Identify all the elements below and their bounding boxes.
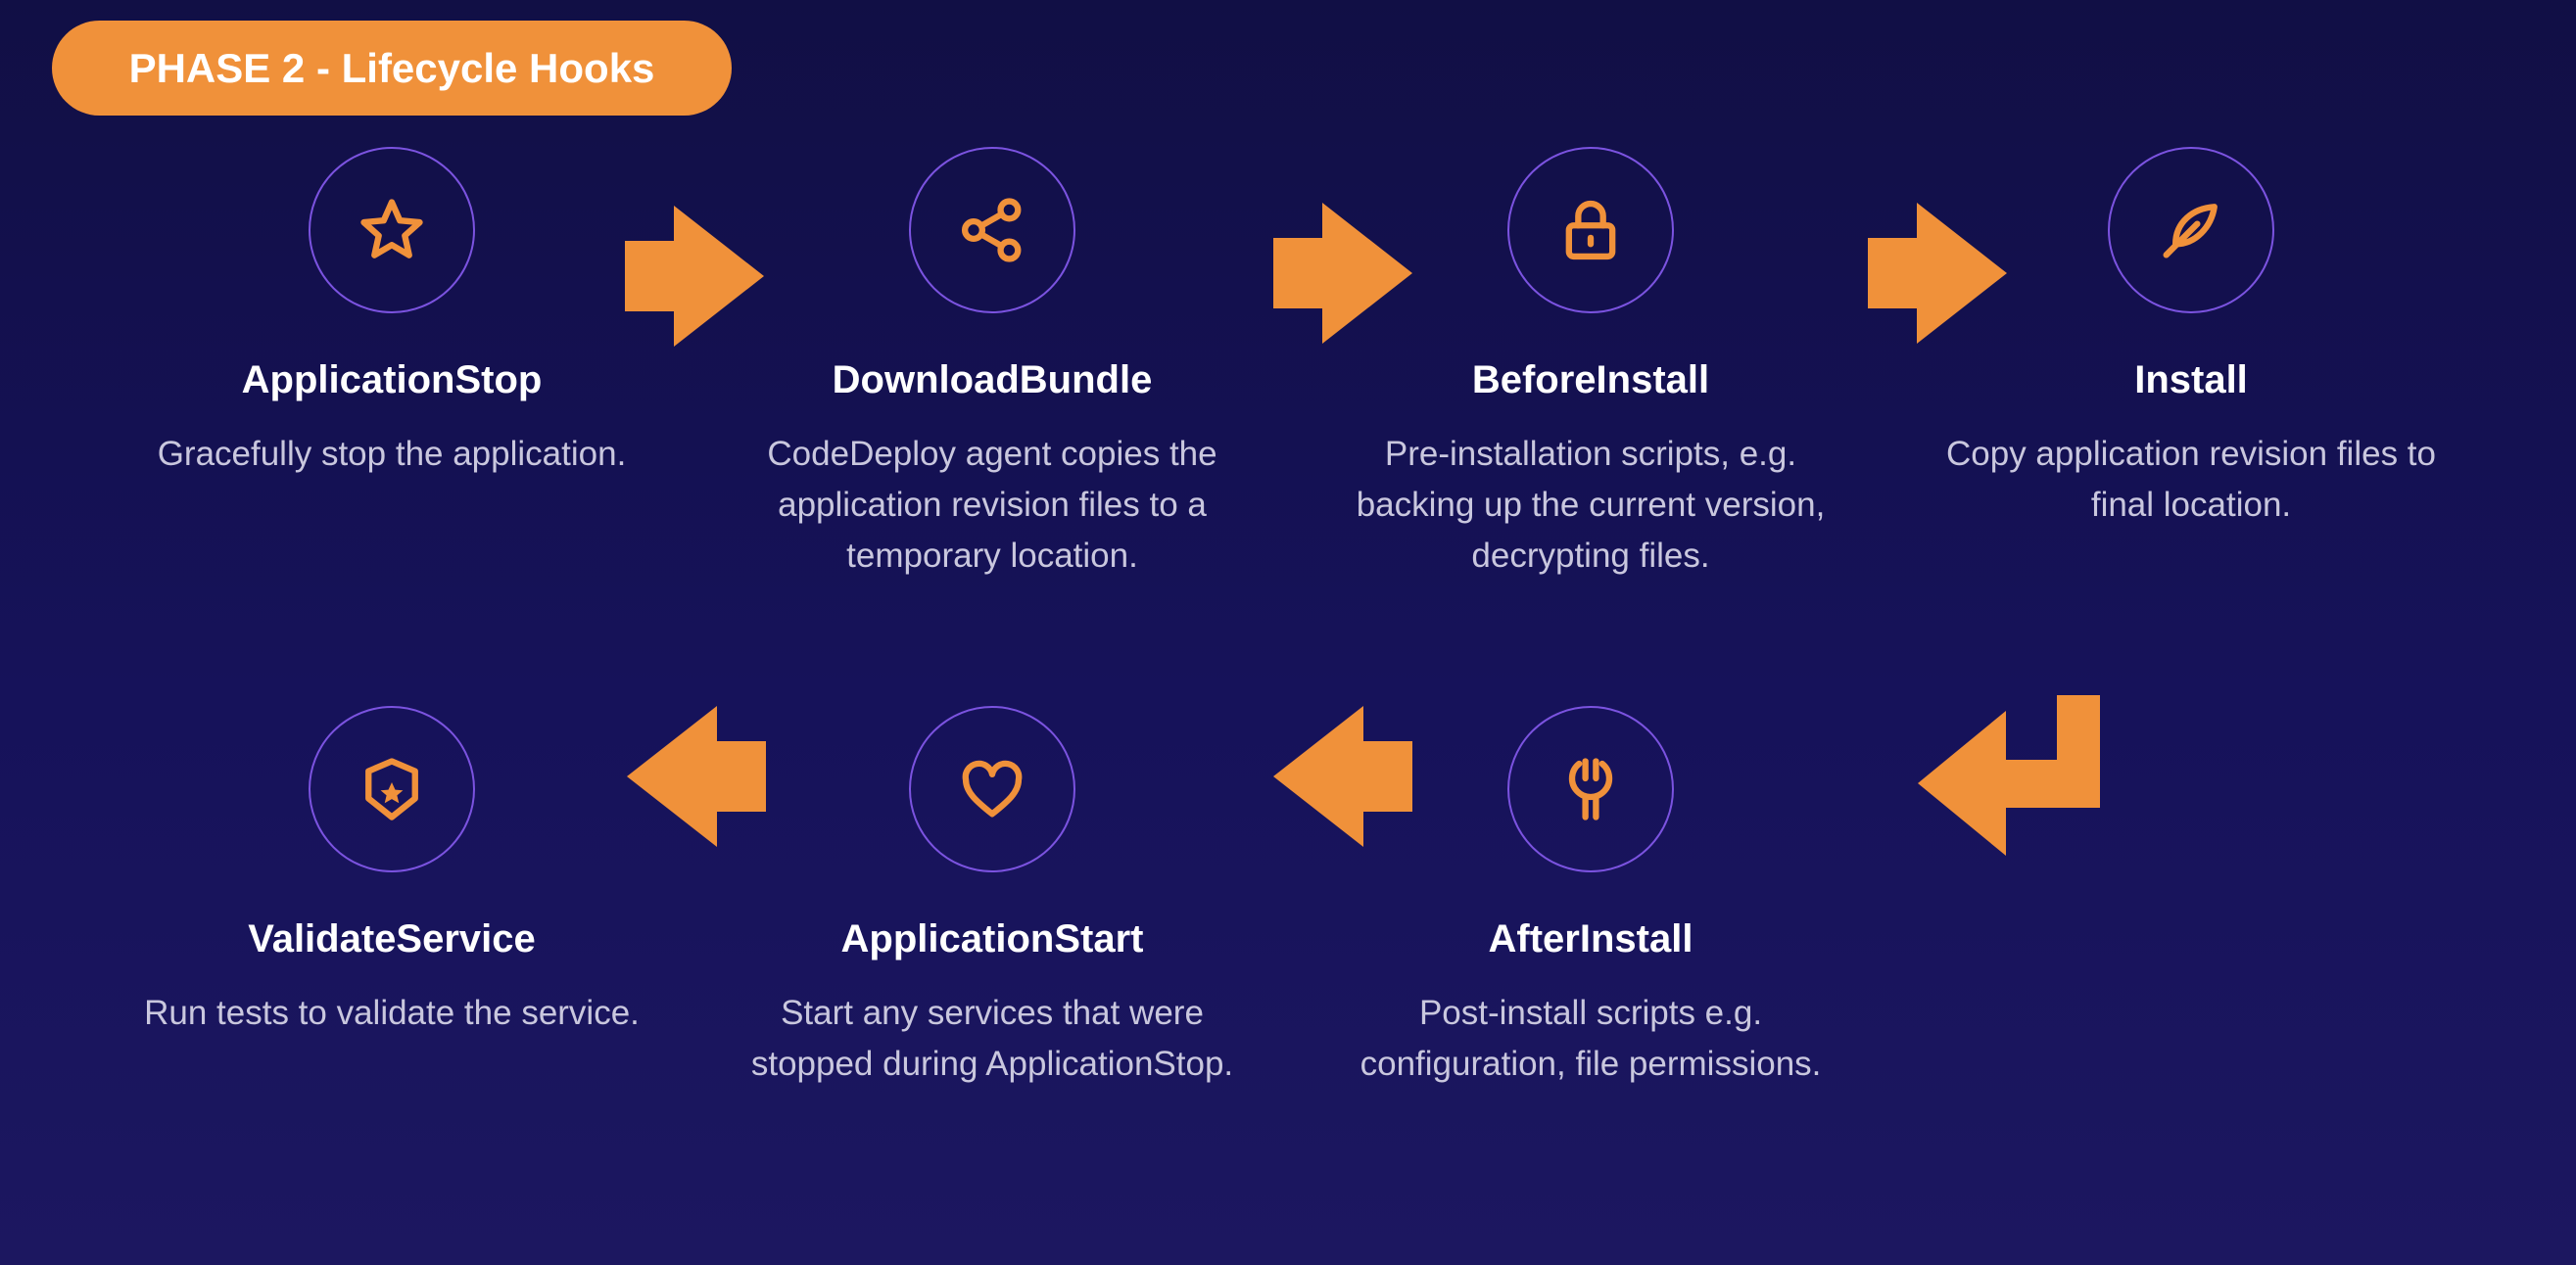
- arrow-left-icon: [1273, 706, 1412, 847]
- step-title: ValidateService: [248, 917, 536, 960]
- arrow-right-icon: [625, 206, 764, 347]
- step-icon-circle: [1507, 147, 1674, 313]
- step-icon-circle: [309, 147, 475, 313]
- step-application-stop: ApplicationStop Gracefully stop the appl…: [118, 147, 666, 480]
- step-description: Gracefully stop the application.: [157, 435, 627, 473]
- step-description: CodeDeploy agent copies the application …: [767, 435, 1217, 575]
- arrow-right-icon: [1868, 203, 2007, 344]
- step-application-start: ApplicationStart Start any services that…: [718, 706, 1266, 1090]
- step-description: Run tests to validate the service.: [144, 994, 640, 1032]
- step-icon-circle: [309, 706, 475, 872]
- step-title: BeforeInstall: [1471, 358, 1710, 401]
- step-icon-circle: [909, 147, 1075, 313]
- step-description: Pre-installation scripts, e.g. backing u…: [1356, 435, 1826, 575]
- heart-icon: [962, 760, 1023, 818]
- arrow-right-icon: [1273, 203, 1412, 344]
- step-title: ApplicationStop: [241, 358, 543, 401]
- step-icon-circle: [1507, 706, 1674, 872]
- arrow-down-left-icon: [1918, 695, 2100, 856]
- step-description: Copy application revision files to final…: [1946, 435, 2436, 524]
- wrench-icon: [1568, 758, 1613, 820]
- step-title: Install: [2134, 358, 2248, 401]
- step-validate-service: ValidateService Run tests to validate th…: [118, 706, 666, 1039]
- star-icon: [360, 199, 423, 258]
- arrow-left-icon: [627, 706, 766, 847]
- share-icon: [961, 198, 1022, 262]
- phase-label: PHASE 2 - Lifecycle Hooks: [52, 21, 732, 116]
- step-title: ApplicationStart: [840, 917, 1144, 960]
- step-description: Start any services that were stopped dur…: [750, 994, 1234, 1083]
- step-title: DownloadBundle: [832, 358, 1153, 401]
- feather-icon: [2163, 204, 2218, 258]
- step-description: Post-install scripts e.g. configuration,…: [1360, 994, 1822, 1083]
- step-download-bundle: DownloadBundle CodeDeploy agent copies t…: [718, 147, 1266, 582]
- step-title: AfterInstall: [1488, 917, 1693, 960]
- lock-icon: [1565, 200, 1616, 260]
- step-icon-circle: [909, 706, 1075, 872]
- shield-star-icon: [365, 758, 418, 820]
- step-icon-circle: [2108, 147, 2274, 313]
